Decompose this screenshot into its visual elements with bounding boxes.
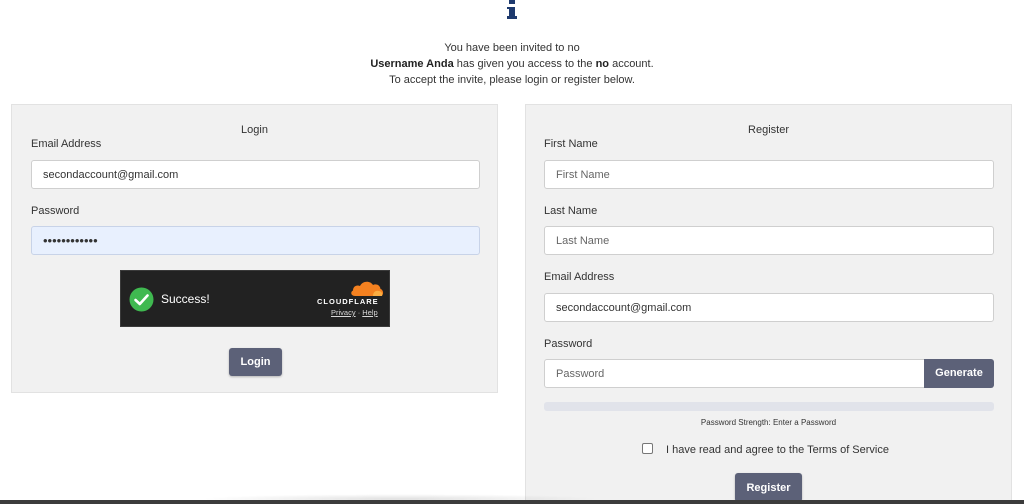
first-name-input[interactable] — [544, 160, 994, 189]
check-circle-icon — [129, 287, 154, 312]
login-button[interactable]: Login — [229, 348, 282, 376]
register-email-input[interactable] — [544, 293, 994, 322]
invite-line-2-end: account. — [609, 58, 654, 70]
info-icon — [507, 0, 517, 19]
invite-line-2-mid: has given you access to the — [453, 58, 596, 70]
captcha-privacy-link[interactable]: Privacy — [331, 308, 356, 317]
bottom-edge — [0, 500, 1024, 504]
cloudflare-cloud-icon — [351, 281, 384, 296]
register-title: Register — [748, 124, 789, 136]
login-email-label: Email Address — [31, 138, 102, 150]
inviter-name: Username Anda — [370, 58, 454, 70]
captcha-links: Privacy · Help — [331, 308, 378, 317]
register-panel: Register First Name Last Name Email Addr… — [525, 104, 1012, 504]
cloudflare-captcha[interactable]: Success! CLOUDFLARE Privacy · Help — [120, 270, 390, 327]
password-strength-bar — [544, 402, 994, 411]
password-strength-text: Password Strength: Enter a Password — [700, 418, 837, 427]
register-password-label: Password — [544, 338, 593, 350]
last-name-input[interactable] — [544, 226, 994, 255]
tos-checkbox[interactable] — [642, 443, 653, 454]
captcha-help-link[interactable]: Help — [362, 308, 377, 317]
captcha-status: Success! — [161, 292, 210, 306]
generate-password-button[interactable]: Generate — [924, 359, 994, 388]
invite-line-3: To accept the invite, please login or re… — [389, 74, 635, 86]
first-name-label: First Name — [544, 138, 598, 150]
captcha-link-separator: · — [357, 308, 361, 317]
login-panel: Login Email Address Password •••••••••••… — [11, 104, 498, 393]
login-password-input[interactable]: •••••••••••• — [31, 226, 480, 255]
login-title: Login — [241, 124, 268, 136]
account-name: no — [595, 58, 610, 70]
last-name-label: Last Name — [544, 205, 598, 217]
register-button[interactable]: Register — [735, 473, 802, 502]
invite-line-1: You have been invited to no — [444, 42, 580, 54]
invite-message: You have been invited to no Username And… — [0, 40, 1024, 88]
login-email-input[interactable] — [31, 160, 480, 189]
register-password-input[interactable] — [544, 359, 925, 388]
tos-label[interactable]: I have read and agree to the Terms of Se… — [666, 444, 889, 456]
register-email-label: Email Address — [544, 271, 615, 283]
cloudflare-brand: CLOUDFLARE — [317, 297, 379, 306]
invite-line-2: Username Anda has given you access to th… — [0, 56, 1024, 72]
login-password-label: Password — [31, 205, 80, 217]
login-password-value: •••••••••••• — [43, 233, 98, 248]
